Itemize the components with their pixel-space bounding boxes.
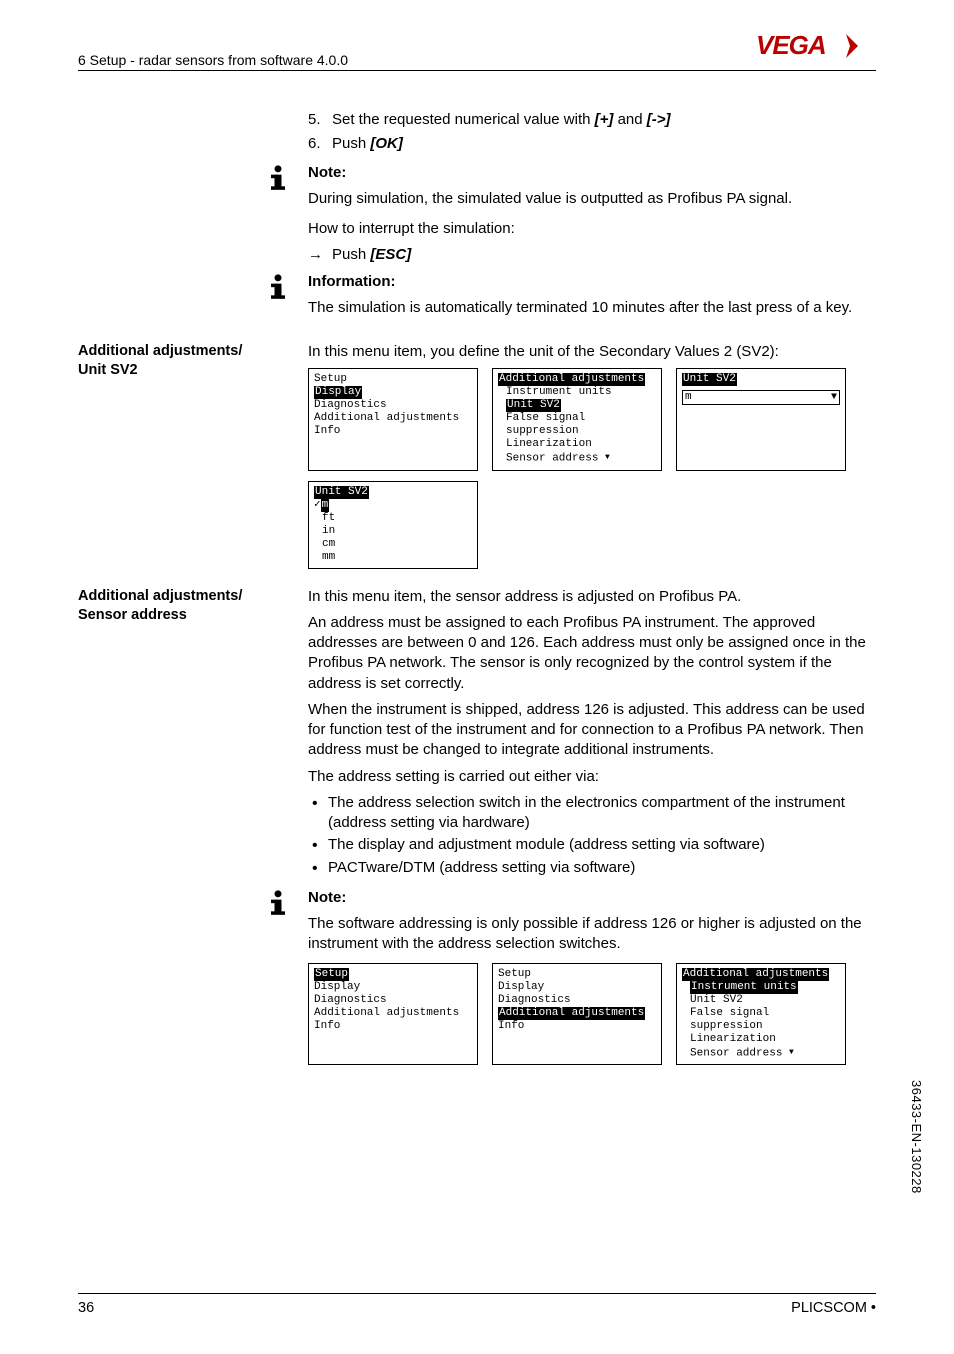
info-icon [78, 888, 308, 1065]
side-heading-unit-sv2: Additional adjustments/Unit SV2 [78, 342, 308, 569]
lcd-screen-menu-1: Setup Display Diagnostics Additional adj… [308, 368, 478, 470]
svg-text:VEGA: VEGA [756, 30, 826, 60]
bullet-1: The address selection switch in the elec… [308, 793, 876, 834]
document-id: 36433-EN-130228 [909, 1080, 924, 1194]
lcd-screen-unit-sv2-options: Unit SV2 ✓m ft in cm mm [308, 481, 478, 569]
product-name: PLICSCOM • [791, 1300, 876, 1316]
lcd-screen-unit-sv2-value: Unit SV2 m▼ [676, 368, 846, 470]
unit-sv2-intro: In this menu item, you define the unit o… [308, 342, 876, 362]
lcd-screen-bottom-2: Setup Display Diagnostics Additional adj… [492, 963, 662, 1065]
info-icon [78, 163, 308, 216]
note-body: During simulation, the simulated value i… [308, 189, 876, 209]
note-title: Note: [308, 163, 876, 183]
vega-logo: VEGA [756, 30, 876, 67]
sensor-p3: When the instrument is shipped, address … [308, 700, 876, 761]
step-6: 6. Push [OK] [308, 134, 876, 154]
header-rule [78, 70, 876, 71]
lcd-screen-bottom-1: Setup Display Diagnostics Additional adj… [308, 963, 478, 1065]
interrupt-action: → Push [ESC] [308, 245, 876, 265]
note2-body: The software addressing is only possible… [308, 914, 876, 955]
note2-title: Note: [308, 888, 876, 908]
interrupt-lead: How to interrupt the simulation: [308, 219, 876, 239]
side-heading-sensor-address: Additional adjustments/Sensor address [78, 587, 308, 880]
sensor-p4: The address setting is carried out eithe… [308, 767, 876, 787]
lcd-screen-bottom-3: Additional adjustments Instrument units … [676, 963, 846, 1065]
lcd-screen-menu-2: Additional adjustments Instrument units … [492, 368, 662, 470]
section-header: 6 Setup - radar sensors from software 4.… [78, 52, 348, 68]
sensor-p1: In this menu item, the sensor address is… [308, 587, 876, 607]
sensor-p2: An address must be assigned to each Prof… [308, 613, 876, 694]
page-number: 36 [78, 1300, 94, 1316]
information-title: Information: [308, 272, 876, 292]
bullet-2: The display and adjustment module (addre… [308, 835, 876, 855]
info-icon [78, 272, 308, 325]
information-body: The simulation is automatically terminat… [308, 298, 876, 318]
bullet-3: PACTware/DTM (address setting via softwa… [308, 858, 876, 878]
step-5: 5. Set the requested numerical value wit… [308, 110, 876, 130]
